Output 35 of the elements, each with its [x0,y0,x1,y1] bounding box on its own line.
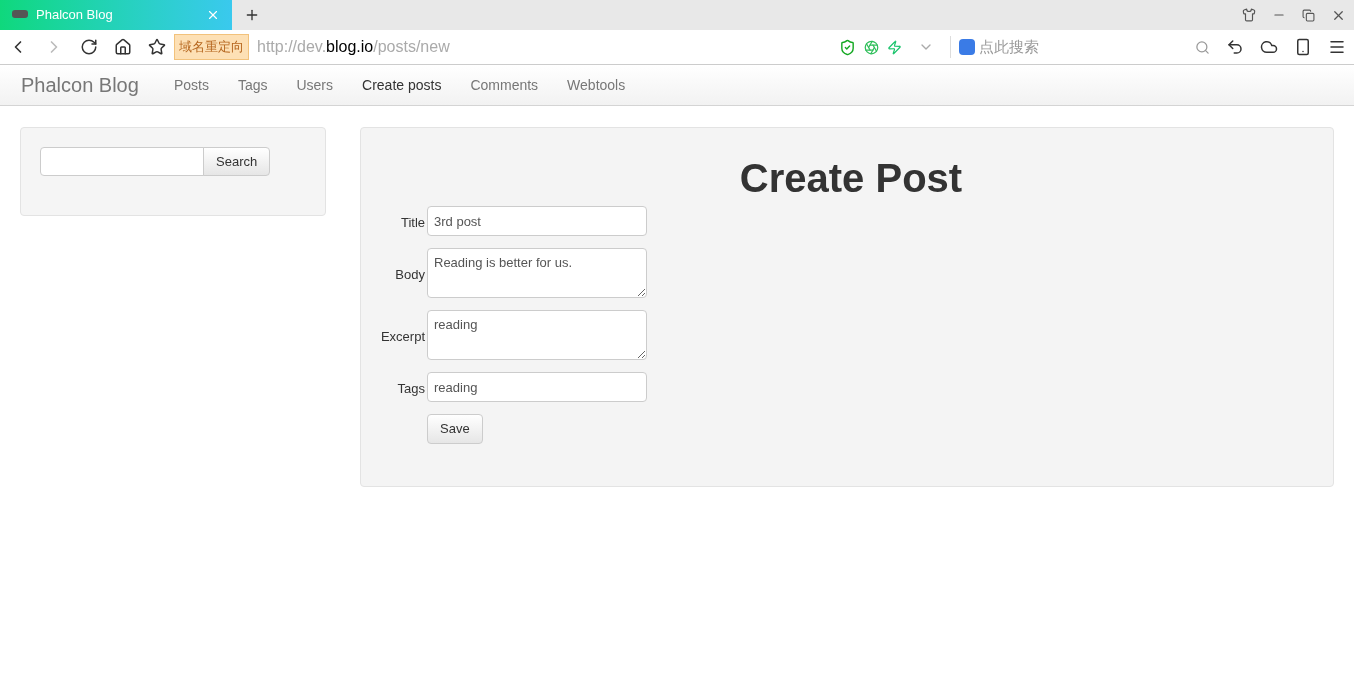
search-field[interactable]: 点此搜索 [979,35,1191,59]
page-heading: Create Post [738,156,964,200]
text-field[interactable]: reading [427,372,647,402]
field-label: Body [394,266,425,285]
undo-icon[interactable] [1226,38,1244,56]
save-button[interactable]: Save [427,414,483,444]
cloud-icon[interactable] [1260,38,1278,56]
address-bar[interactable]: http://dev.blog.io/posts/new [257,35,450,59]
search-input[interactable] [40,147,204,176]
nav-link[interactable]: Create posts [362,74,442,96]
star-icon[interactable] [148,38,166,56]
reload-icon[interactable] [80,38,98,56]
menu-icon[interactable] [1328,38,1346,56]
nav-link[interactable]: Comments [470,74,539,96]
new-tab-icon[interactable] [244,7,260,23]
search-button[interactable]: Search [203,147,271,176]
text-field[interactable]: 3rd post [427,206,647,236]
nav-link[interactable]: Tags [237,74,268,96]
restore-icon[interactable] [1302,8,1315,22]
tab-title: Phalcon Blog [36,6,114,25]
nav-link[interactable]: Users [296,74,334,96]
shield-icon[interactable] [839,38,856,56]
field-label: Tags [396,380,425,399]
home-icon[interactable] [114,38,132,56]
nav-link[interactable]: Posts [173,74,209,96]
field-label: Title [399,214,425,233]
field-label: Excerpt [379,328,425,347]
nav-link[interactable]: Webtools [567,74,626,96]
redirect-badge: 域名重定向 [174,34,249,60]
phone-icon[interactable] [1294,38,1312,56]
text-area[interactable]: reading [427,310,647,360]
text-area[interactable]: Reading is better for us. [427,248,647,298]
search-icon[interactable] [1195,39,1210,55]
skin-icon[interactable] [1242,8,1256,22]
brand-link[interactable]: Phalcon Blog [21,70,139,100]
